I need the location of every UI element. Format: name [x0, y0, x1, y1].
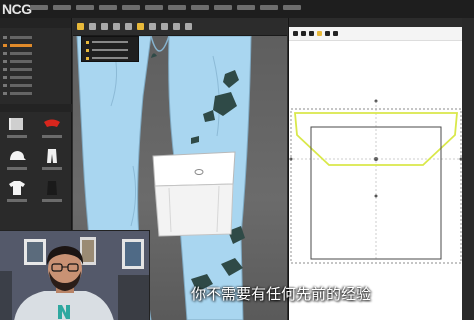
tree-item[interactable] [3, 34, 71, 41]
cap-icon [7, 148, 27, 164]
library-toolbar [0, 104, 72, 112]
menu-item[interactable] [191, 5, 209, 10]
folder-icon [3, 68, 7, 71]
option-icon [86, 48, 89, 52]
tree-item-label [10, 92, 32, 95]
pants-icon [42, 148, 62, 164]
menu-item[interactable] [76, 5, 94, 10]
camera-tool-icon[interactable] [185, 23, 192, 30]
pattern-2d-titlebar [289, 18, 463, 27]
tree-item-label [10, 36, 32, 39]
tree-item-label [10, 44, 32, 47]
menu-item[interactable] [168, 5, 186, 10]
thumbnail-caption [7, 135, 27, 138]
pin-tool-icon[interactable] [113, 23, 120, 30]
thumbnail-caption [42, 199, 62, 202]
tree-item-label [10, 76, 32, 79]
library-thumbnail[interactable] [2, 116, 32, 140]
active-tool-icon[interactable] [317, 31, 322, 36]
folder-icon [3, 84, 7, 87]
edit-point-icon[interactable] [301, 31, 306, 36]
webcam-overlay [0, 230, 150, 320]
menu-item[interactable] [260, 5, 278, 10]
dropdown-option[interactable] [86, 47, 138, 53]
option-label [92, 49, 128, 51]
folder-icon [3, 60, 7, 63]
cargo-pocket-3d[interactable] [152, 151, 236, 237]
measure-tool-icon[interactable] [161, 23, 168, 30]
view-tool-icon[interactable] [173, 23, 180, 30]
thumbnail-caption [42, 167, 62, 170]
red-garment-icon [42, 116, 62, 132]
thumbnail-caption [7, 199, 27, 202]
select-tool-icon[interactable] [77, 23, 84, 30]
menu-item[interactable] [214, 5, 232, 10]
library-thumbnail[interactable] [37, 148, 67, 172]
menu-item[interactable] [53, 5, 71, 10]
option-icon [86, 40, 89, 44]
option-label [92, 57, 128, 59]
library-thumbnail[interactable] [2, 148, 32, 172]
dropdown-option[interactable] [86, 55, 138, 61]
tree-item-label [10, 52, 32, 55]
fold-tool-icon[interactable] [101, 23, 108, 30]
folder-icon [3, 52, 7, 55]
tree-item[interactable] [3, 74, 71, 81]
tool-dropdown-menu [81, 36, 139, 62]
transform-pattern-icon[interactable] [293, 31, 298, 36]
tree-item[interactable] [3, 90, 71, 97]
tack-tool-icon[interactable] [125, 23, 132, 30]
tree-item[interactable] [3, 58, 71, 65]
viewport-toolbar [73, 18, 287, 36]
option-icon [86, 56, 89, 60]
tree-item[interactable] [3, 82, 71, 89]
dark-garment-icon [42, 180, 62, 196]
tree-item-label [10, 68, 32, 71]
move-tool-icon[interactable] [89, 23, 96, 30]
library-thumbnail[interactable] [2, 180, 32, 204]
menu-bar: NCG [0, 0, 474, 18]
menu-item[interactable] [99, 5, 117, 10]
simulate-icon[interactable] [137, 23, 144, 30]
folder-icon [3, 36, 7, 39]
library-tree [0, 34, 71, 97]
folder-icon [7, 116, 27, 132]
menu-item[interactable] [237, 5, 255, 10]
right-side-strip [462, 18, 474, 320]
option-label [92, 41, 128, 43]
thumbnail-caption [7, 167, 27, 170]
video-subtitle: 你不需要有任何先前的经验 [190, 285, 371, 303]
folder-icon [3, 44, 7, 47]
polygon-icon[interactable] [309, 31, 314, 36]
thumbnail-caption [42, 135, 62, 138]
tree-item-label [10, 60, 32, 63]
library-thumbnails [2, 116, 68, 204]
brush-tool-icon[interactable] [149, 23, 156, 30]
tree-item[interactable] [3, 66, 71, 73]
menu-item[interactable] [30, 5, 48, 10]
dropdown-option[interactable] [86, 39, 138, 45]
clo3d-window: NCG 你不需要有任何先前的经验 [0, 0, 474, 320]
tshirt-icon [7, 180, 27, 196]
library-thumbnail[interactable] [37, 180, 67, 204]
library-header [0, 18, 71, 28]
presenter-video [0, 231, 149, 320]
menu-item[interactable] [145, 5, 163, 10]
seam-icon[interactable] [325, 31, 330, 36]
library-panel [0, 18, 72, 230]
pattern-2d-toolbar [289, 27, 463, 41]
pattern-canvas[interactable] [289, 41, 463, 320]
tree-item-selected[interactable] [3, 42, 71, 49]
tree-item[interactable] [3, 50, 71, 57]
tree-item-label [10, 84, 32, 87]
menu-items [30, 5, 301, 10]
folder-icon [3, 76, 7, 79]
trace-icon[interactable] [333, 31, 338, 36]
pattern-2d-panel [288, 18, 463, 320]
menu-item[interactable] [283, 5, 301, 10]
folder-icon [3, 92, 7, 95]
menu-item[interactable] [122, 5, 140, 10]
library-thumbnail[interactable] [37, 116, 67, 140]
